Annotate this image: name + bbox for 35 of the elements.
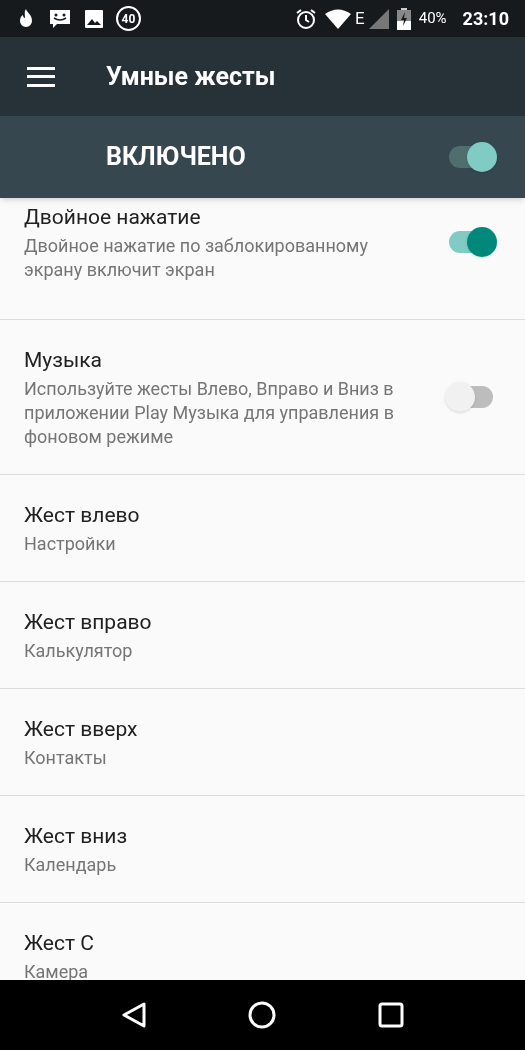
settings-row[interactable]: Музыка Используйте жесты Влево, Вправо и Вниз в приложении Play Музыка для управления в фоновом режиме [0,320,525,475]
signal-icon [368,8,389,29]
settings-row[interactable]: Жест влево Настройки [0,475,525,582]
clock: 23:10 [462,7,509,31]
wifi-icon [325,8,352,29]
setting-title: Жест вверх [24,715,139,743]
battery-icon [396,7,411,30]
network-type: E [355,10,365,27]
message-smiley-icon [48,7,72,30]
home-button[interactable] [248,1001,277,1029]
settings-row[interactable]: Двойное нажатие Двойное нажатие по заблокированному экрану включит экран [0,198,525,320]
setting-title: Музыка [24,346,103,374]
image-icon [84,8,104,29]
setting-title: Двойное нажатие [24,203,202,231]
recents-button[interactable] [378,1002,405,1028]
setting-title: Жест влево [24,501,141,529]
setting-summary: Контакты [24,745,108,770]
master-switch-label: ВКЛЮЧЕНО [106,141,247,174]
setting-summary: Калькулятор [24,638,134,663]
settings-row[interactable]: Жест вверх Контакты [0,689,525,796]
screen-title: Умные жесты [106,60,276,93]
settings-row[interactable]: Жест вниз Календарь [0,796,525,903]
setting-title: Жест C [24,929,95,957]
setting-title: Жест вправо [24,608,153,636]
setting-summary: Настройки [24,531,117,556]
count-badge: 40 [116,6,141,31]
setting-title: Жест вниз [24,822,129,850]
settings-row[interactable]: Жест вправо Калькулятор [0,582,525,689]
alarm-icon [295,7,318,30]
battery-level: 40% [418,8,447,30]
setting-summary: Двойное нажатие по заблокированному экрану включит экран [24,233,369,282]
back-button[interactable] [120,1001,147,1029]
setting-summary: Календарь [24,852,118,877]
setting-summary: Используйте жесты Влево, Вправо и Вниз в приложении Play Музыка для управления в фоновом режиме [24,376,395,449]
menu-icon[interactable] [27,66,55,87]
